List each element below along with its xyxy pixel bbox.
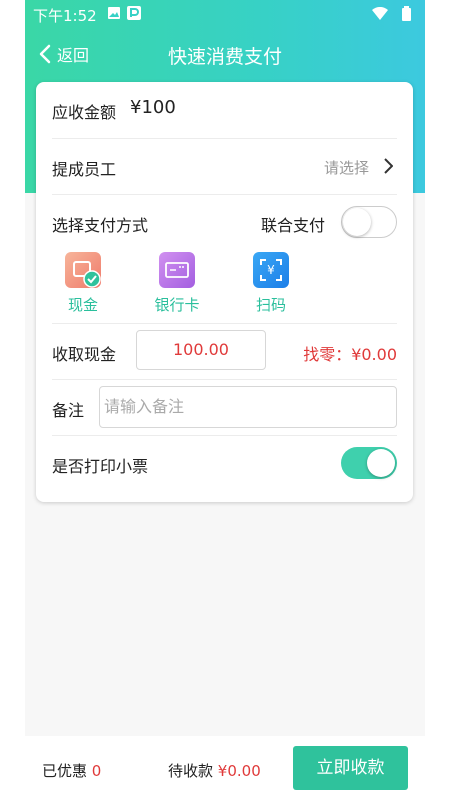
pending-info: 待收款 ¥0.00 (168, 760, 261, 781)
amount-label: 应收金额 (52, 103, 117, 122)
payment-card: 应收金额 ¥100 提成员工 请选择 选择支付方式 联合支付 现金 银行卡 ¥ … (36, 82, 413, 502)
battery-icon (402, 6, 411, 21)
payment-methods: 现金 银行卡 ¥ 扫码 (52, 252, 397, 322)
cash-label: 收取现金 (52, 345, 117, 364)
payment-method-label: 银行卡 (154, 296, 200, 314)
remark-label: 备注 (52, 401, 85, 420)
cash-icon (65, 252, 101, 288)
chevron-right-icon (384, 158, 393, 174)
amount-value: ¥100 (130, 97, 176, 118)
svg-text:¥: ¥ (267, 263, 275, 277)
payment-method-bank-card[interactable]: 银行卡 (142, 252, 212, 315)
collect-now-button[interactable]: 立即收款 (293, 746, 408, 790)
status-time: 下午1:52 (33, 7, 97, 25)
remark-input[interactable]: 请输入备注 (99, 386, 397, 428)
remark-row: 备注 请输入备注 (52, 379, 397, 436)
payment-method-scan[interactable]: ¥ 扫码 (236, 252, 306, 315)
nav-bar: 返回 快速消费支付 (25, 30, 425, 78)
toggle-knob (343, 208, 371, 236)
app-screen: 下午1:52 返回 快速消费支付 应收金额 ¥100 提成员工 请选择 选择支付… (25, 0, 425, 800)
payment-method-label: 选择支付方式 (52, 216, 149, 235)
discount-value: 0 (91, 762, 102, 780)
print-toggle[interactable] (341, 447, 397, 479)
bottom-bar: 已优惠 0 待收款 ¥0.00 立即收款 (0, 736, 450, 800)
change-amount: 找零：¥0.00 (303, 345, 397, 364)
cash-row: 收取现金 100.00 找零：¥0.00 (52, 323, 397, 380)
staff-select-row[interactable]: 提成员工 请选择 (52, 138, 397, 195)
payment-method-label: 扫码 (255, 296, 286, 314)
payment-method-cash[interactable]: 现金 (48, 252, 118, 315)
discount-info: 已优惠 0 (42, 760, 101, 781)
combined-payment-toggle[interactable] (341, 206, 397, 238)
print-label: 是否打印小票 (52, 457, 149, 476)
parking-icon (127, 6, 141, 20)
pending-value: ¥0.00 (217, 762, 261, 780)
discount-label: 已优惠 (42, 762, 88, 780)
status-bar: 下午1:52 (25, 0, 425, 28)
print-row: 是否打印小票 (52, 435, 397, 491)
staff-placeholder: 请选择 (323, 159, 369, 177)
pending-label: 待收款 (168, 762, 214, 780)
payment-method-row: 选择支付方式 联合支付 现金 银行卡 ¥ 扫码 (52, 194, 397, 324)
toggle-knob (367, 449, 395, 477)
wifi-icon (372, 6, 388, 20)
image-icon (108, 7, 120, 19)
scan-icon: ¥ (253, 252, 289, 288)
staff-label: 提成员工 (52, 160, 117, 179)
bank-card-icon (159, 252, 195, 288)
page-title: 快速消费支付 (167, 46, 282, 68)
amount-row: 应收金额 ¥100 (52, 82, 397, 139)
payment-method-label: 现金 (67, 296, 98, 314)
combined-payment-label: 联合支付 (261, 216, 326, 235)
cash-amount-input[interactable]: 100.00 (136, 330, 266, 370)
